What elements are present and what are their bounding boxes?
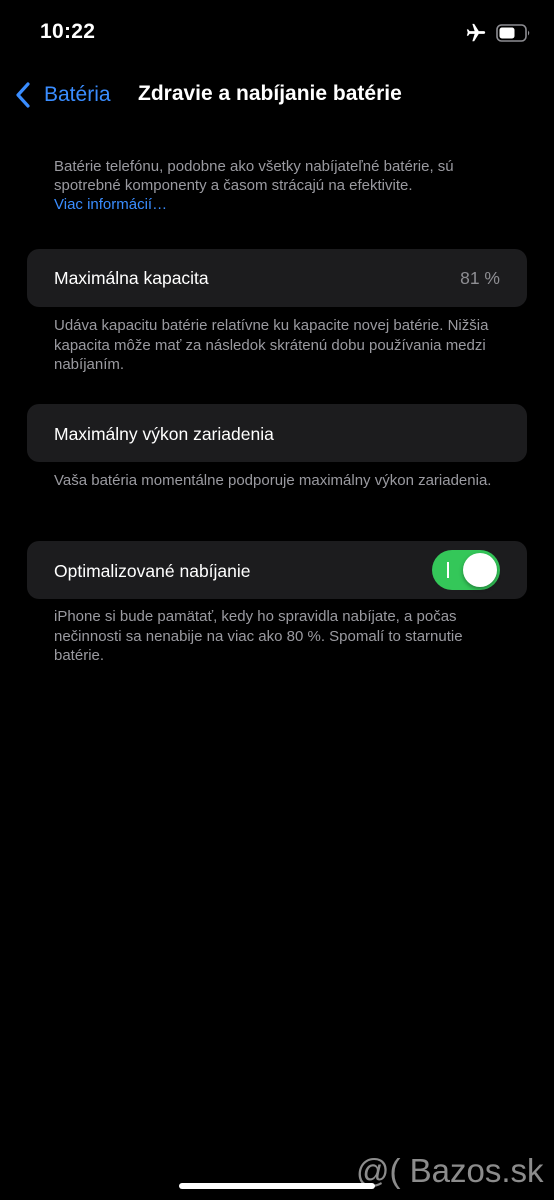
nav-bar: Batéria Zdravie a nabíjanie batérie <box>0 70 554 120</box>
optimized-charging-footnote: iPhone si bude pamätať, kedy ho spravidl… <box>54 608 463 664</box>
more-info-link[interactable]: Viac informácií… <box>54 195 524 214</box>
max-capacity-label: Maximálna kapacita <box>54 268 209 288</box>
peak-performance-row: Maximálny výkon zariadenia <box>27 404 527 462</box>
status-time: 10:22 <box>40 20 96 43</box>
intro-text: Batérie telefónu, podobne ako všetky nab… <box>54 157 524 214</box>
intro-description: Batérie telefónu, podobne ako všetky nab… <box>54 158 454 194</box>
toggle-knob <box>463 553 497 587</box>
max-capacity-row: Maximálna kapacita 81 % <box>27 249 527 307</box>
status-bar: 10:22 <box>0 0 554 66</box>
watermark: @( Bazos.sk <box>356 1152 544 1189</box>
optimized-charging-label: Optimalizované nabíjanie <box>54 561 251 581</box>
max-capacity-footnote: Udáva kapacitu batérie relatívne ku kapa… <box>54 317 489 373</box>
back-button[interactable]: Batéria <box>14 80 111 110</box>
back-label: Batéria <box>44 83 111 106</box>
peak-performance-footnote: Vaša batéria momentálne podporuje maximá… <box>54 472 492 489</box>
airplane-icon <box>466 23 486 42</box>
peak-performance-label: Maximálny výkon zariadenia <box>54 424 274 444</box>
max-capacity-value: 81 % <box>460 268 500 288</box>
home-indicator <box>179 1183 375 1189</box>
optimized-charging-toggle[interactable] <box>432 550 500 590</box>
battery-icon <box>496 24 530 42</box>
toggle-on-indicator <box>447 562 449 578</box>
chevron-left-icon <box>16 82 30 108</box>
page-title: Zdravie a nabíjanie batérie <box>138 82 402 105</box>
optimized-charging-row: Optimalizované nabíjanie <box>27 541 527 599</box>
